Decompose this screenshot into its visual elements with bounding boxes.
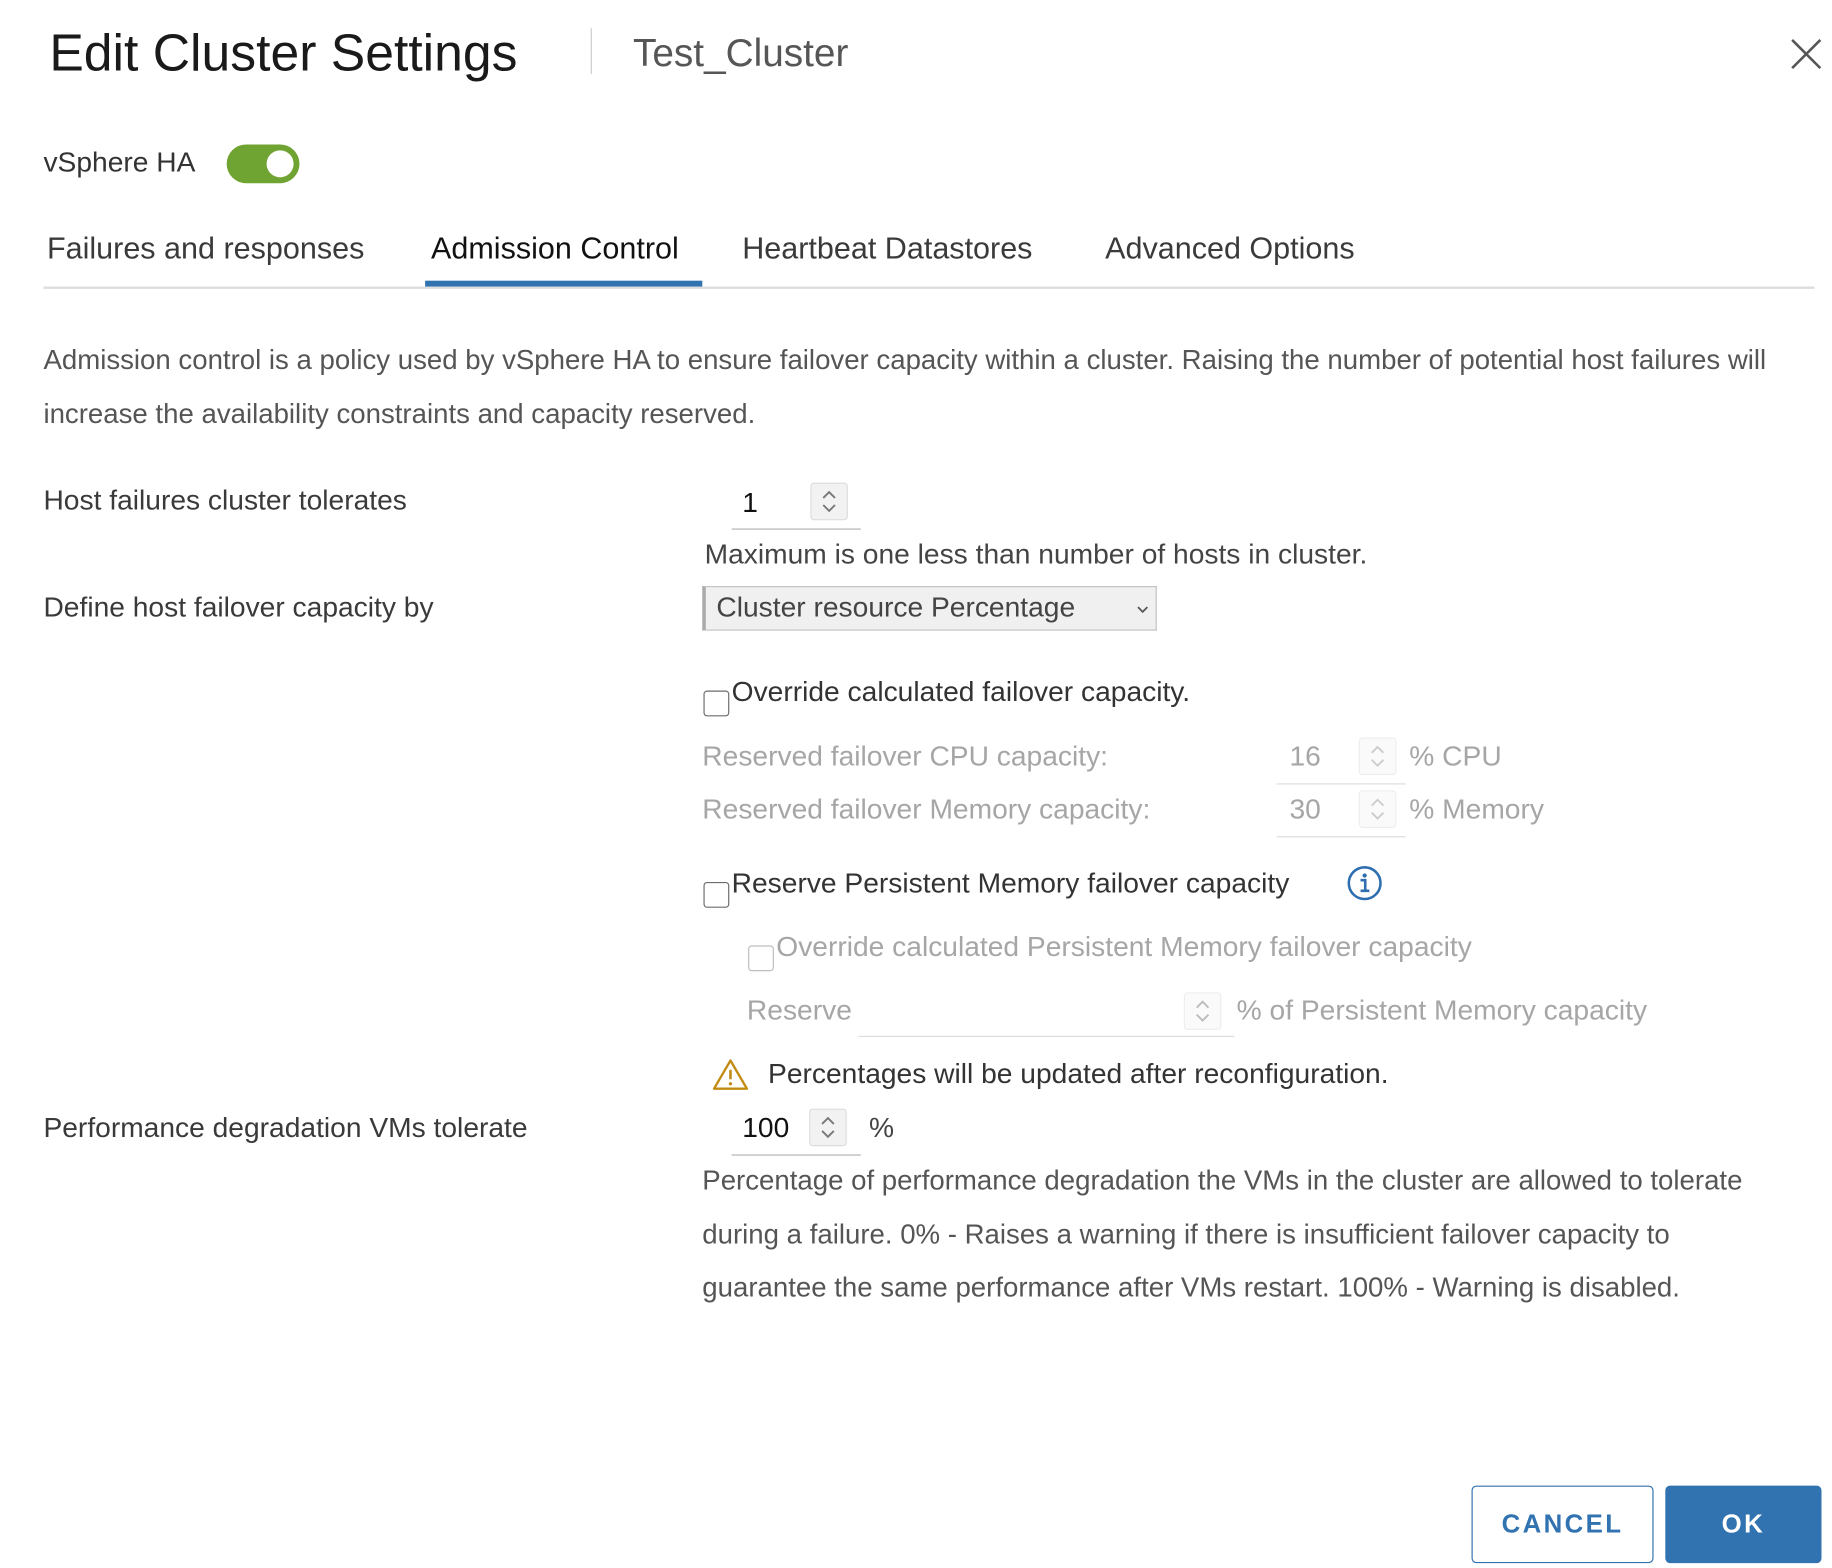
performance-degradation-description: Percentage of performance degradation th… — [702, 1165, 1743, 1303]
override-failover-label: Override calculated failover capacity. — [731, 676, 1191, 709]
admission-control-description: Admission control is a policy used by vS… — [43, 344, 1767, 429]
pmem-reserve-input-label: Reserve — [746, 994, 852, 1027]
cluster-name: Test_Cluster — [633, 30, 849, 74]
title-divider — [590, 28, 592, 74]
pmem-reserve-label: Reserve Persistent Memory failover capac… — [731, 867, 1290, 900]
host-failures-hint: Maximum is one less than number of hosts… — [704, 539, 1368, 571]
chevron-down-icon — [1137, 606, 1149, 614]
edit-cluster-settings-dialog: Edit Cluster Settings Test_Cluster vSphe… — [0, 0, 1832, 1568]
tab-advanced-options[interactable]: Advanced Options — [1105, 224, 1355, 271]
warning-icon — [712, 1057, 750, 1092]
close-icon[interactable] — [1787, 35, 1825, 73]
info-icon[interactable] — [1346, 864, 1384, 902]
memory-capacity-value: 30 — [1289, 793, 1321, 826]
active-tab-indicator — [425, 280, 703, 287]
host-failures-value: 1 — [742, 487, 758, 520]
failover-capacity-select[interactable]: Cluster resource Percentage — [702, 586, 1157, 631]
ok-button[interactable]: OK — [1665, 1485, 1822, 1564]
tab-admission-control[interactable]: Admission Control — [431, 224, 679, 271]
pmem-reserve-checkbox[interactable] — [703, 881, 730, 908]
memory-unit: % Memory — [1409, 793, 1544, 826]
cpu-capacity-value: 16 — [1289, 741, 1321, 773]
performance-degradation-value: 100 — [742, 1112, 790, 1144]
override-failover-checkbox[interactable] — [703, 690, 730, 717]
pmem-reserve-stepper[interactable] — [1183, 992, 1222, 1030]
performance-degradation-stepper[interactable] — [809, 1108, 847, 1147]
vsphere-ha-label: vSphere HA — [43, 146, 196, 179]
pmem-reserve-input[interactable] — [858, 989, 1235, 1037]
tab-failures-and-responses[interactable]: Failures and responses — [47, 224, 364, 271]
pmem-override-label: Override calculated Persistent Memory fa… — [776, 931, 1472, 964]
host-failures-label: Host failures cluster tolerates — [43, 485, 407, 517]
memory-capacity-stepper[interactable] — [1358, 790, 1397, 828]
cpu-capacity-label: Reserved failover CPU capacity: — [702, 741, 1109, 773]
cpu-capacity-stepper[interactable] — [1358, 737, 1397, 776]
dialog-title: Edit Cluster Settings — [49, 24, 518, 83]
performance-degradation-label: Performance degradation VMs tolerate — [43, 1112, 528, 1144]
vsphere-ha-toggle[interactable] — [226, 144, 300, 184]
memory-capacity-label: Reserved failover Memory capacity: — [702, 793, 1151, 826]
tab-heartbeat-datastores[interactable]: Heartbeat Datastores — [742, 224, 1032, 271]
pmem-override-checkbox[interactable] — [748, 945, 774, 972]
failover-capacity-selected: Cluster resource Percentage — [716, 591, 1076, 624]
pmem-reserve-unit: % of Persistent Memory capacity — [1236, 994, 1648, 1027]
cancel-button[interactable]: CANCEL — [1471, 1485, 1654, 1564]
host-failures-stepper[interactable] — [810, 482, 848, 521]
tabs-divider — [43, 286, 1815, 289]
cpu-unit: % CPU — [1409, 741, 1502, 773]
performance-degradation-unit: % — [869, 1112, 895, 1144]
warning-text: Percentages will be updated after reconf… — [768, 1058, 1389, 1090]
failover-capacity-label: Define host failover capacity by — [43, 591, 434, 624]
